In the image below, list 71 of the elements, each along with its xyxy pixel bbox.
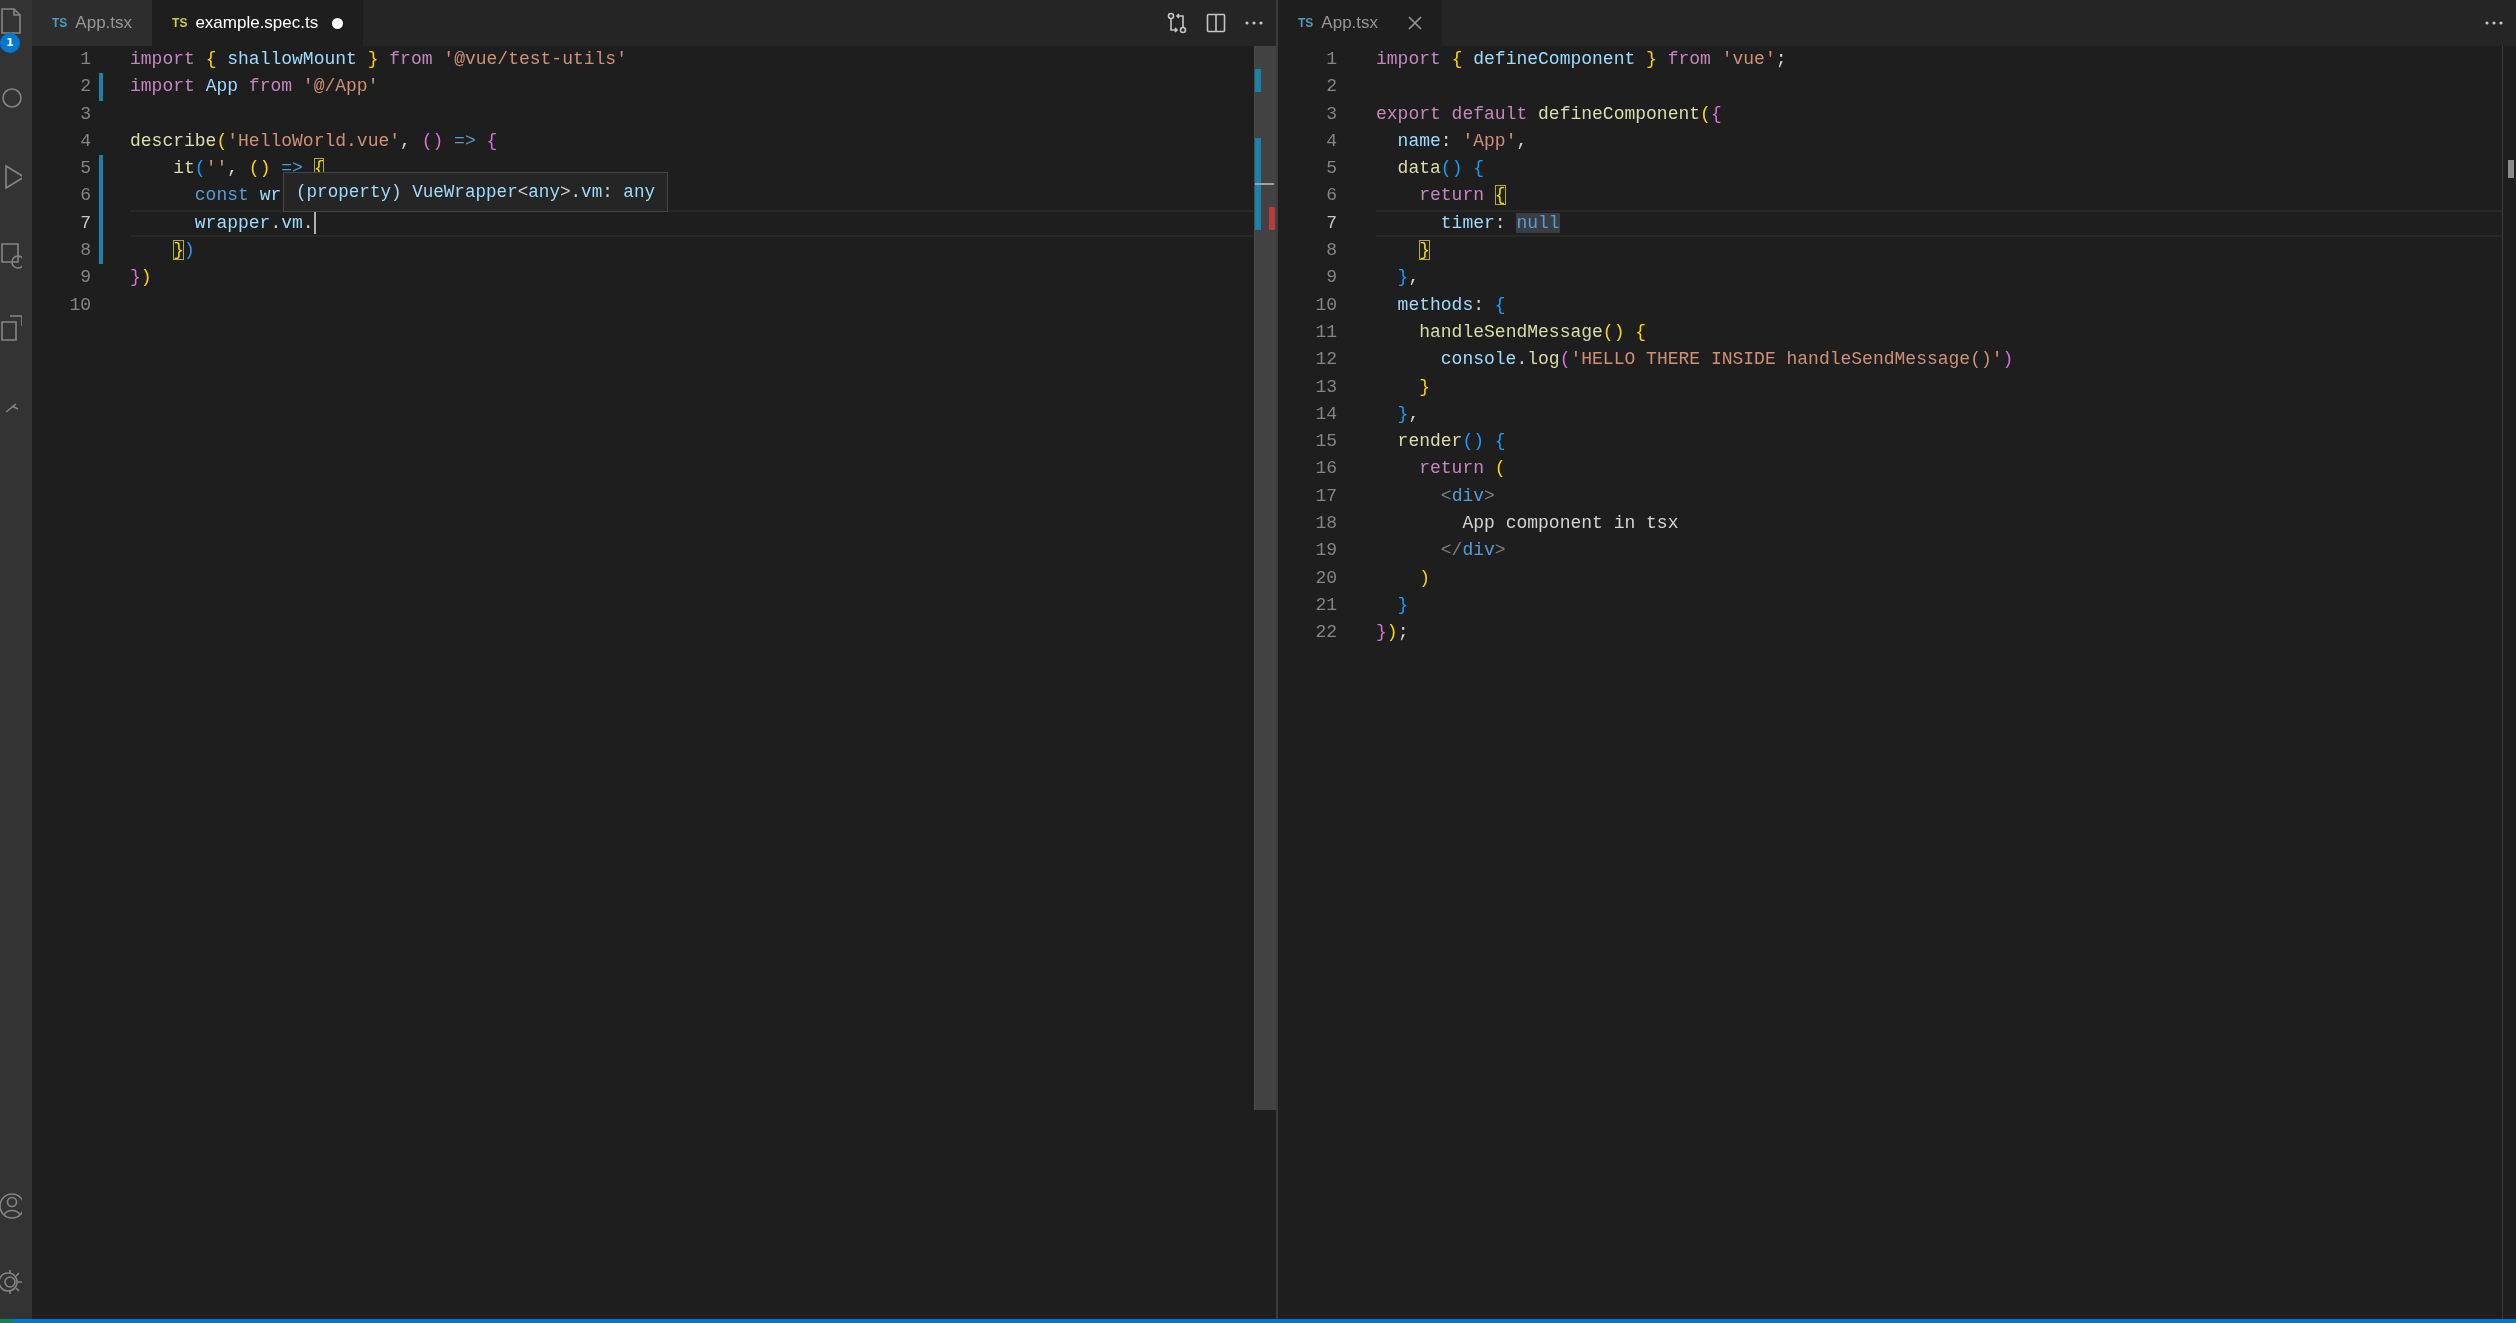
code-line: }	[1396, 593, 1409, 617]
line-number: 10	[68, 293, 91, 317]
code-line: },	[1396, 402, 1420, 426]
code-line: </div>	[1439, 539, 1506, 563]
line-number: 10	[1314, 293, 1337, 317]
code-line: import App from '@/App'	[130, 75, 379, 99]
line-number: 20	[1314, 566, 1337, 590]
line-number: 2	[79, 75, 91, 99]
notification-badge: 1	[0, 33, 20, 53]
line-number: 7	[79, 211, 91, 235]
line-number: 12	[1314, 348, 1337, 372]
line-number: 9	[79, 266, 91, 290]
code-line: timer: null	[1439, 211, 1560, 235]
remote-explorer-icon[interactable]	[0, 240, 22, 272]
line-number: 14	[1314, 402, 1337, 426]
code-line: handleSendMessage() {	[1418, 320, 1647, 344]
code-line: data() {	[1396, 157, 1485, 181]
text-cursor	[313, 212, 316, 235]
code-line: render() {	[1396, 430, 1506, 454]
line-number: 6	[79, 184, 91, 208]
line-number: 19	[1314, 539, 1337, 563]
code-line: import { defineComponent } from 'vue';	[1376, 48, 1787, 71]
line-number: 9	[1325, 266, 1337, 290]
editor-tab[interactable]: TS App.tsx	[1278, 0, 1443, 46]
editor-tab[interactable]: TS example.spec.ts	[152, 0, 364, 46]
extensions-icon[interactable]	[0, 312, 22, 344]
line-number: 8	[79, 239, 91, 263]
line-number: 22	[1314, 621, 1337, 645]
code-line: )	[1418, 566, 1431, 590]
line-number: 1	[1325, 48, 1337, 71]
code-line: console.log('HELLO THERE INSIDE handleSendMessage()')	[1439, 348, 2014, 372]
line-number: 5	[1325, 157, 1337, 181]
line-number: 13	[1314, 375, 1337, 399]
code-line: describe('HelloWorld.vue', () => {	[130, 129, 498, 153]
code-line: App component in tsx	[1461, 512, 1679, 536]
scroll-marker	[2508, 160, 2514, 178]
line-number: 3	[79, 102, 91, 126]
code-line: return {	[1418, 184, 1506, 208]
editor-tab[interactable]: TS App.tsx	[32, 0, 153, 46]
code-line: wrapper.vm.	[193, 211, 314, 235]
line-number: 5	[79, 157, 91, 181]
line-number: 1	[79, 48, 91, 71]
code-line: name: 'App',	[1396, 129, 1528, 153]
code-line: });	[1376, 621, 1409, 645]
code-line: <div>	[1439, 484, 1495, 508]
line-number: 3	[1325, 102, 1337, 126]
scrollbar[interactable]	[1254, 46, 1276, 1110]
code-line: methods: {	[1396, 293, 1506, 317]
line-number: 18	[1314, 512, 1337, 536]
line-number: 15	[1314, 430, 1337, 454]
line-number: 21	[1314, 593, 1337, 617]
line-number: 17	[1314, 484, 1337, 508]
code-line: const wr	[193, 184, 282, 208]
split-editor-icon[interactable]	[1204, 11, 1228, 35]
close-icon[interactable]	[1408, 16, 1423, 30]
code-line: })	[130, 266, 152, 290]
line-number: 11	[1314, 320, 1337, 344]
line-number: 4	[79, 129, 91, 153]
line-number: 2	[1325, 75, 1337, 99]
code-line: }	[1418, 375, 1431, 399]
line-number: 16	[1314, 457, 1337, 481]
line-number: 4	[1325, 129, 1337, 153]
code-line: })	[172, 239, 195, 263]
code-line: export default defineComponent({	[1376, 102, 1722, 126]
line-number: 8	[1325, 239, 1337, 263]
line-number: 6	[1325, 184, 1337, 208]
line-number: 7	[1325, 211, 1337, 235]
hover-tooltip: (property) VueWrapper<any>.vm: any	[283, 172, 669, 212]
code-line: },	[1396, 266, 1420, 290]
code-line: import { shallowMount } from '@vue/test-utils'	[130, 48, 627, 71]
code-line: return (	[1418, 457, 1506, 481]
